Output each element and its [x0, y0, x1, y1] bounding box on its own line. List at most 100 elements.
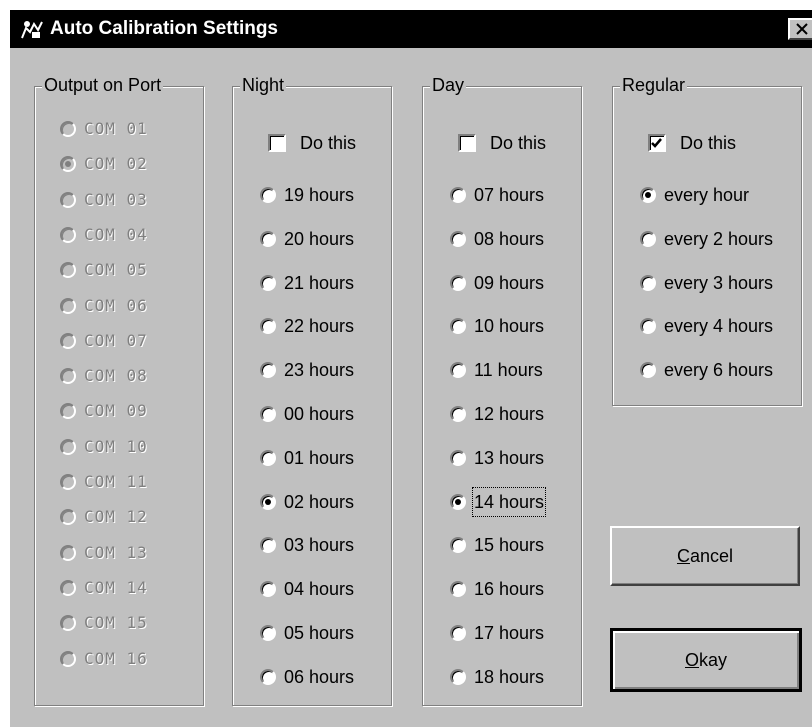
regular-do-this-label[interactable]: Do this [680, 131, 736, 155]
day-option-label[interactable]: 18 hours [474, 664, 544, 690]
radio-button-icon [60, 191, 76, 208]
radio-button-icon [60, 474, 76, 490]
regular-do-this-checkbox[interactable] [648, 134, 666, 152]
radio-button-icon [60, 332, 76, 349]
radio-button-icon[interactable] [640, 274, 656, 291]
night-option-label[interactable]: 20 hours [284, 226, 354, 252]
port-option-label: COM 07 [84, 330, 148, 350]
regular-option-label[interactable]: every 3 hours [664, 270, 773, 296]
regular-option-label[interactable]: every hour [664, 182, 749, 208]
day-option-label[interactable]: 14 hours [471, 486, 547, 517]
group-day: Day Do this 07 hours 08 hours 09 hours 10 h… [422, 74, 582, 706]
night-option-label[interactable]: 01 hours [284, 445, 354, 471]
radio-button-icon[interactable] [260, 406, 276, 422]
radio-button-icon[interactable] [450, 668, 466, 685]
port-option-label: COM 03 [84, 189, 148, 209]
okay-label-rest: kay [699, 650, 728, 670]
checkmark-icon [651, 138, 662, 148]
port-option-label: COM 13 [84, 542, 148, 562]
group-legend-night: Night [240, 74, 287, 96]
port-option-label: COM 14 [84, 577, 148, 597]
night-do-this-label[interactable]: Do this [300, 131, 356, 155]
radio-button-icon[interactable] [260, 493, 276, 510]
close-button[interactable] [788, 18, 812, 40]
day-option-label[interactable]: 10 hours [474, 313, 544, 339]
night-option-label[interactable]: 06 hours [284, 664, 354, 690]
group-legend-day: Day [430, 74, 467, 96]
port-option-label: COM 04 [84, 224, 148, 244]
radio-button-icon[interactable] [450, 625, 466, 641]
day-option-label[interactable]: 15 hours [474, 532, 544, 558]
port-option-label: COM 15 [84, 613, 148, 633]
group-regular: Regular Do this every hour every 2 hours e… [612, 74, 802, 406]
radio-button-icon[interactable] [260, 625, 276, 641]
radio-button-icon [60, 579, 76, 596]
regular-option-label[interactable]: every 4 hours [664, 313, 773, 339]
day-option-label[interactable]: 16 hours [474, 576, 544, 602]
night-option-label[interactable]: 03 hours [284, 532, 354, 558]
regular-option-label[interactable]: every 6 hours [664, 357, 773, 383]
night-option-label[interactable]: 04 hours [284, 576, 354, 602]
app-icon [20, 18, 44, 40]
port-option-label: COM 12 [84, 507, 148, 527]
day-option-label[interactable]: 13 hours [474, 445, 544, 471]
radio-button-icon[interactable] [450, 274, 466, 291]
radio-button-icon[interactable] [450, 406, 466, 422]
night-option-label[interactable]: 22 hours [284, 313, 354, 339]
night-option-label[interactable]: 19 hours [284, 182, 354, 208]
port-option-label: COM 10 [84, 436, 148, 456]
port-option-label: COM 16 [84, 648, 148, 668]
auto-calibration-dialog: Auto Calibration Settings Output on Port… [8, 8, 812, 727]
day-option-label[interactable]: 08 hours [474, 226, 544, 252]
radio-button-icon[interactable] [640, 230, 656, 247]
night-option-label[interactable]: 21 hours [284, 270, 354, 296]
port-option-label: COM 11 [84, 472, 148, 491]
radio-button-icon[interactable] [260, 230, 276, 247]
radio-button-icon [60, 544, 76, 561]
night-option-label[interactable]: 23 hours [284, 357, 354, 383]
cancel-button[interactable]: Cancel [610, 526, 800, 586]
regular-option-label[interactable]: every 2 hours [664, 226, 773, 252]
radio-button-icon [60, 650, 76, 667]
day-do-this-checkbox[interactable] [458, 134, 476, 152]
night-do-this-checkbox[interactable] [268, 134, 286, 152]
cancel-label-rest: ancel [689, 546, 734, 566]
radio-button-icon [60, 368, 76, 385]
port-option-label: COM 02 [84, 154, 148, 174]
group-legend-regular: Regular [620, 74, 688, 96]
radio-button-icon[interactable] [450, 449, 466, 466]
port-option-label: COM 06 [84, 295, 148, 315]
day-option-label[interactable]: 11 hours [474, 357, 543, 383]
radio-button-icon [60, 226, 76, 243]
group-night: Night Do this 19 hours 20 hours 21 hours 22… [232, 74, 392, 706]
night-option-label[interactable]: 05 hours [284, 620, 354, 646]
port-option-label: COM 09 [84, 401, 148, 421]
radio-button-icon[interactable] [260, 187, 276, 203]
port-option-label: COM 05 [84, 260, 148, 280]
group-legend-port: Output on Port [42, 74, 164, 96]
radio-button-icon [60, 121, 76, 137]
day-option-label[interactable]: 07 hours [474, 182, 544, 208]
okay-button[interactable]: Okay [610, 628, 802, 692]
radio-button-icon[interactable] [260, 668, 276, 685]
day-option-label[interactable]: 17 hours [474, 620, 544, 646]
day-option-label[interactable]: 12 hours [474, 401, 544, 427]
radio-button-icon[interactable] [450, 493, 466, 510]
radio-button-icon[interactable] [450, 230, 466, 247]
port-option-label: COM 08 [84, 366, 148, 386]
radio-button-icon[interactable] [260, 274, 276, 291]
day-do-this-label[interactable]: Do this [490, 131, 546, 155]
day-option-label[interactable]: 09 hours [474, 270, 544, 296]
title-bar[interactable]: Auto Calibration Settings [10, 10, 812, 48]
radio-button-icon[interactable] [450, 187, 466, 203]
radio-button-icon[interactable] [640, 187, 656, 203]
okay-mnemonic: O [684, 650, 699, 670]
group-output-on-port: Output on Port COM 01 COM 02 COM 03 COM 04 C… [34, 74, 204, 706]
radio-button-icon [60, 297, 76, 314]
night-option-label[interactable]: 02 hours [284, 489, 354, 515]
night-option-label[interactable]: 00 hours [284, 401, 354, 427]
window-title: Auto Calibration Settings [50, 18, 278, 39]
radio-button-icon[interactable] [260, 449, 276, 466]
radio-button-icon [60, 438, 76, 455]
cancel-mnemonic: C [676, 546, 690, 566]
